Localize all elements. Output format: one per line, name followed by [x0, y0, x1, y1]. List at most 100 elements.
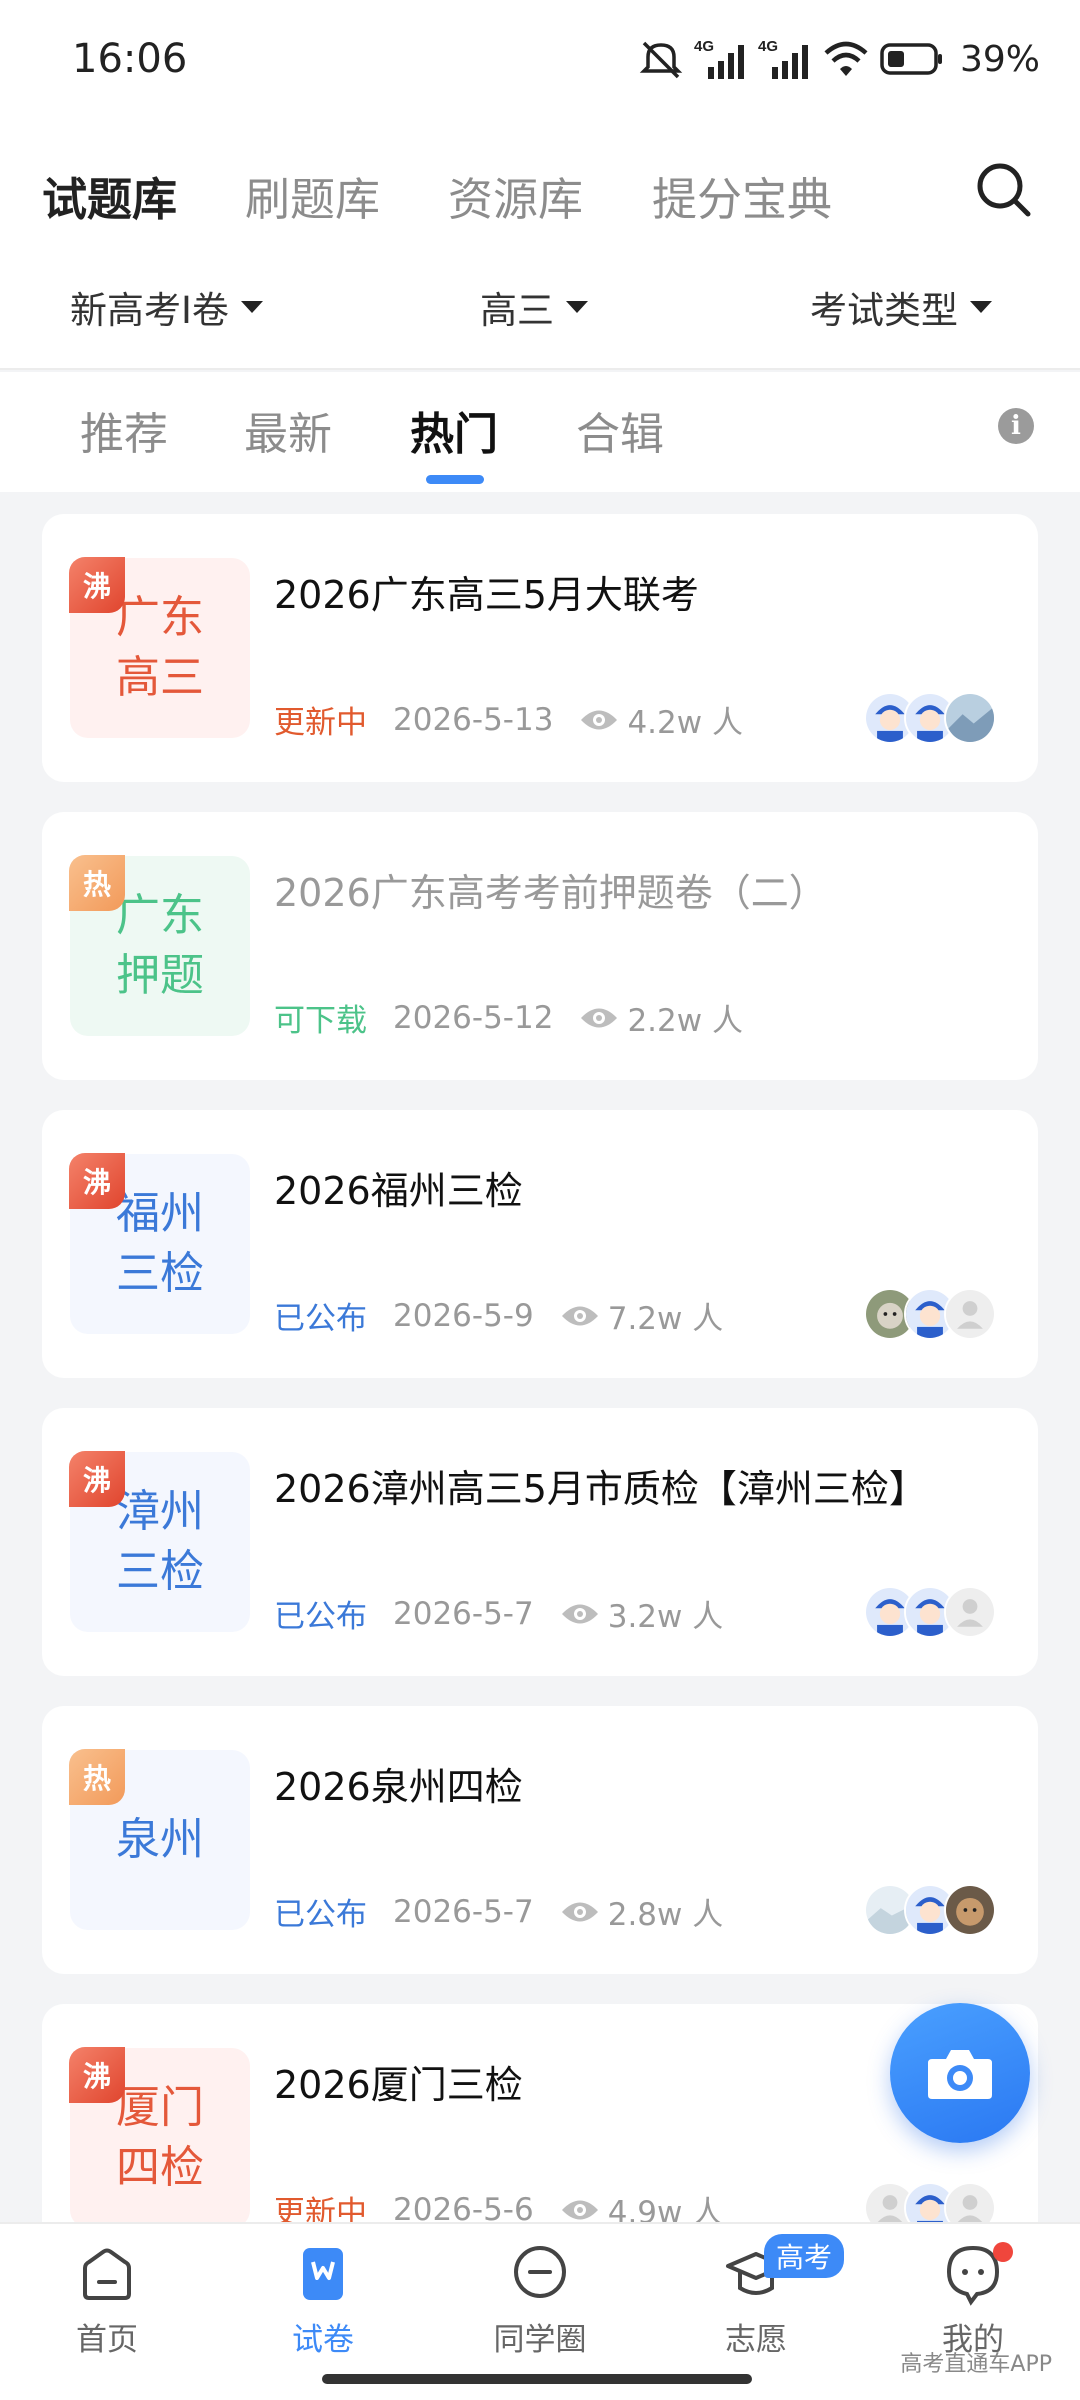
exam-thumbnail: 热 广东 押题: [69, 855, 250, 1036]
camera-icon: [928, 2050, 992, 2099]
exam-meta: 已公布 2026-5-9 7.2w 人: [274, 1293, 723, 1338]
exam-paper-icon: [303, 2248, 343, 2300]
grade-filter-label: 高三: [480, 289, 554, 332]
exam-meta: 更新中 2026-5-6 4.9w 人: [274, 2187, 724, 2223]
exam-thumbnail: 沸 漳州 三检: [69, 1451, 250, 1632]
exam-title: 2026漳州高三5月市质检【漳州三检】: [274, 1467, 927, 1511]
boiling-badge: 沸: [69, 2047, 125, 2103]
tab-question-bank[interactable]: 试题库: [42, 163, 178, 268]
thumbnail-label: 福州 三检: [116, 1188, 204, 1299]
view-count: 2.2w 人: [627, 1003, 743, 1039]
exam-card[interactable]: 沸 福州 三检 2026福州三检 已公布 2026-5-9 7.2w 人: [42, 1110, 1038, 1378]
hot-badge: 热: [69, 1749, 125, 1805]
home-indicator[interactable]: [322, 2374, 752, 2384]
tab-practice-bank[interactable]: 刷题库: [245, 163, 380, 228]
exam-date: 2026-5-7: [393, 1893, 534, 1930]
exam-status: 可下载: [274, 1003, 367, 1039]
eye-icon: [581, 710, 618, 729]
exam-date: 2026-5-9: [393, 1297, 534, 1334]
exam-card[interactable]: 热 泉州 2026泉州四检 已公布 2026-5-7 2.8w 人: [42, 1706, 1038, 1974]
battery-percent: 39%: [959, 38, 1040, 80]
tab-score-guide[interactable]: 提分宝典: [652, 163, 832, 228]
exam-title: 2026广东高考考前押题卷（二）: [274, 871, 827, 915]
mute-icon: [639, 41, 683, 79]
signal-label: 4G: [694, 38, 714, 55]
region-filter-dropdown[interactable]: 新高考I卷: [70, 280, 263, 334]
filter-bar: 新高考I卷 高三 考试类型: [0, 245, 1080, 370]
info-icon[interactable]: i: [998, 408, 1034, 444]
subtab-recommended[interactable]: 推荐: [80, 398, 168, 462]
battery-icon: [880, 43, 942, 75]
eye-icon: [581, 1008, 618, 1027]
exam-list: 沸 广东 高三 2026广东高三5月大联考 更新中 2026-5-13 4.2w…: [0, 492, 1080, 2222]
exam-title: 2026厦门三检: [274, 2063, 523, 2107]
tab-resource-bank[interactable]: 资源库: [448, 163, 583, 228]
boiling-badge: 沸: [69, 1451, 125, 1507]
subtab-collections[interactable]: 合辑: [576, 398, 664, 462]
boiling-badge: 沸: [69, 1153, 125, 1209]
thumbnail-label: 漳州 三检: [116, 1486, 204, 1597]
exam-card[interactable]: 沸 厦门 四检 2026厦门三检 更新中 2026-5-6 4.9w 人: [42, 2004, 1038, 2222]
exam-status: 更新中: [274, 2195, 367, 2222]
avatar: [944, 2182, 996, 2222]
exam-thumbnail: 热 泉州: [69, 1749, 250, 1930]
home-icon: [83, 2248, 131, 2300]
exam-meta: 已公布 2026-5-7 2.8w 人: [274, 1889, 723, 1934]
nav-application-label: 志愿: [725, 2322, 787, 2358]
nav-exams[interactable]: 试卷: [243, 2242, 403, 2359]
exam-status: 已公布: [274, 1897, 367, 1933]
nav-classmates-label: 同学圈: [493, 2322, 587, 2358]
avatar-group: [864, 1288, 996, 1340]
avatar: [944, 1288, 996, 1340]
nav-home[interactable]: 首页: [27, 2242, 187, 2359]
app-watermark: 高考直通车APP: [900, 2352, 1052, 2377]
status-bar: 16:06 4G 4G 39%: [0, 0, 1080, 125]
sub-tab-bar: 推荐 最新 热门 合辑 i: [0, 372, 1080, 492]
exam-card[interactable]: 沸 漳州 三检 2026漳州高三5月市质检【漳州三检】 已公布 2026-5-7…: [42, 1408, 1038, 1676]
caret-down-icon: [566, 301, 588, 313]
signal-icon: 4G: [758, 38, 808, 79]
exam-type-filter-dropdown[interactable]: 考试类型: [810, 280, 992, 334]
exam-meta: 可下载 2026-5-12 2.2w 人: [274, 995, 743, 1040]
caret-down-icon: [970, 301, 992, 313]
exam-title: 2026泉州四检: [274, 1765, 523, 1809]
view-count: 7.2w 人: [607, 1301, 724, 1337]
view-count: 3.2w 人: [607, 1599, 724, 1635]
subtab-latest[interactable]: 最新: [244, 398, 332, 462]
view-count: 4.2w 人: [627, 705, 743, 741]
thumbnail-label: 广东 押题: [116, 890, 204, 1001]
gaokao-badge: 高考: [764, 2234, 845, 2278]
status-time: 16:06: [72, 36, 188, 82]
top-tab-bar: 试题库 刷题库 资源库 提分宝典: [0, 125, 1080, 268]
camera-button[interactable]: [890, 2003, 1030, 2143]
wifi-icon: [824, 41, 868, 76]
view-count: 4.9w 人: [607, 2195, 724, 2222]
grade-filter-dropdown[interactable]: 高三: [480, 280, 588, 334]
avatar: [944, 692, 996, 744]
eye-icon: [561, 2200, 598, 2219]
eye-icon: [561, 1306, 598, 1325]
chat-icon: [514, 2246, 566, 2298]
subtab-hot[interactable]: 热门: [410, 398, 498, 484]
exam-date: 2026-5-13: [393, 701, 554, 738]
exam-card[interactable]: 热 广东 押题 2026广东高考考前押题卷（二） 可下载 2026-5-12 2…: [42, 812, 1038, 1080]
boiling-badge: 沸: [69, 557, 125, 613]
signal-icon: 4G: [694, 38, 744, 79]
nav-profile[interactable]: 我的: [893, 2242, 1053, 2359]
exam-thumbnail: 沸 厦门 四检: [69, 2047, 250, 2222]
exam-status: 更新中: [274, 705, 367, 741]
view-count: 2.8w 人: [607, 1897, 724, 1933]
avatar-group: [864, 1586, 996, 1638]
exam-meta: 已公布 2026-5-7 3.2w 人: [274, 1591, 723, 1636]
nav-application[interactable]: 高考 志愿: [676, 2234, 845, 2359]
search-icon[interactable]: [974, 160, 1034, 220]
hot-badge: 热: [69, 855, 125, 911]
exam-date: 2026-5-12: [393, 999, 554, 1036]
nav-classmates[interactable]: 同学圈: [460, 2242, 620, 2359]
signal-label: 4G: [758, 38, 778, 55]
exam-date: 2026-5-6: [393, 2191, 534, 2223]
thumbnail-label: 广东 高三: [116, 592, 204, 703]
exam-thumbnail: 沸 福州 三检: [69, 1153, 250, 1334]
eye-icon: [561, 1604, 598, 1623]
exam-card[interactable]: 沸 广东 高三 2026广东高三5月大联考 更新中 2026-5-13 4.2w…: [42, 514, 1038, 782]
